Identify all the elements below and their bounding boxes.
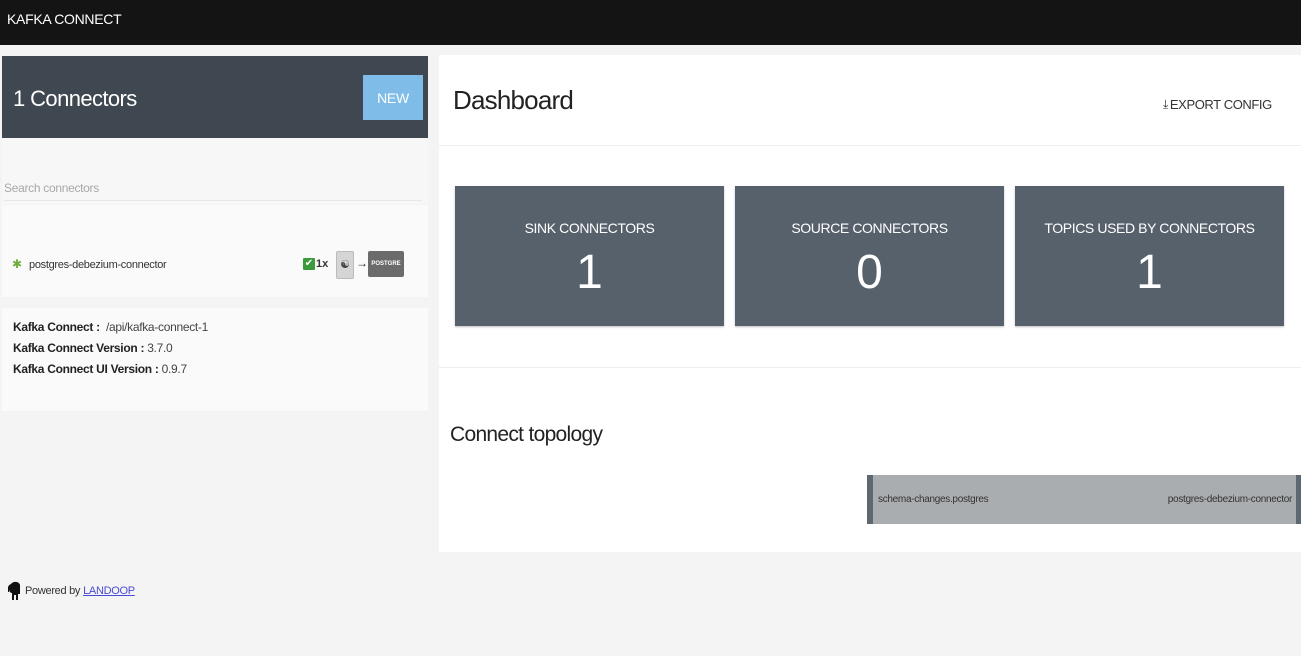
connector-name[interactable]: postgres-debezium-connector [29, 259, 167, 271]
card-label: TOPICS USED BY CONNECTORS [1044, 220, 1255, 236]
elephant-logo-icon [8, 581, 20, 600]
export-config-button[interactable]: ⤓ EXPORT CONFIG [1163, 97, 1272, 112]
arrow-right-icon: → [356, 256, 368, 270]
connect-info-panel: Kafka Connect : /api/kafka-connect-1 Kaf… [2, 308, 428, 411]
new-connector-button[interactable]: NEW [363, 75, 423, 120]
connectors-count: 1 Connectors [13, 86, 137, 111]
search-input[interactable] [4, 176, 422, 201]
card-label: SINK CONNECTORS [524, 220, 655, 236]
card-value: 1 [1136, 246, 1163, 299]
card-value: 0 [856, 246, 883, 299]
topology-connector[interactable]: postgres-debezium-connector [1168, 494, 1293, 505]
source-connectors-card: SOURCE CONNECTORS 0 [735, 186, 1004, 326]
ui-version-value: 0.9.7 [161, 362, 188, 376]
landoop-link[interactable]: LANDOOP [83, 585, 135, 597]
download-icon: ⤓ [1163, 97, 1168, 111]
version-row: Kafka Connect Version : 3.7.0 [13, 341, 173, 355]
dashboard-panel: Dashboard ⤓ EXPORT CONFIG SINK CONNECTOR… [439, 55, 1301, 552]
ui-version-label: Kafka Connect UI Version : [13, 362, 159, 376]
connector-list: ✱ postgres-debezium-connector ✔ 1x ☯ → P… [2, 205, 428, 297]
connectors-header: 1 Connectors NEW [2, 56, 428, 138]
version-value: 3.7.0 [147, 341, 173, 355]
page-title: Dashboard [453, 85, 574, 115]
debezium-icon: ☯ [336, 251, 354, 279]
version-label: Kafka Connect Version : [13, 341, 145, 355]
top-navbar: KAFKA CONNECT [0, 0, 1301, 45]
ui-version-row: Kafka Connect UI Version : 0.9.7 [13, 362, 187, 376]
topology-title: Connect topology [450, 423, 603, 446]
card-label: SOURCE CONNECTORS [791, 220, 948, 236]
connector-row[interactable]: ✱ postgres-debezium-connector ✔ 1x ☯ → P… [2, 249, 428, 281]
kafka-connect-row: Kafka Connect : /api/kafka-connect-1 [13, 320, 208, 334]
powered-by-text: Powered by [25, 585, 81, 597]
postgres-target-badge: POSTGRE [368, 251, 404, 277]
topics-card: TOPICS USED BY CONNECTORS 1 [1015, 186, 1284, 326]
sink-connectors-card: SINK CONNECTORS 1 [455, 186, 724, 326]
divider [439, 367, 1301, 368]
kafka-connect-label: Kafka Connect : [13, 320, 100, 334]
gear-icon: ✱ [12, 257, 23, 271]
app-title[interactable]: KAFKA CONNECT [7, 11, 122, 27]
search-panel [2, 138, 428, 204]
kafka-connect-value: /api/kafka-connect-1 [105, 320, 208, 334]
export-config-label: EXPORT CONFIG [1169, 97, 1272, 112]
footer: Powered by LANDOOP [8, 580, 135, 602]
divider [439, 145, 1301, 146]
check-icon: ✔ [303, 258, 315, 270]
topology-topic[interactable]: schema-changes.postgres [878, 494, 989, 505]
card-value: 1 [576, 246, 603, 299]
tasks-count: 1x [316, 258, 329, 270]
topology-link[interactable]: schema-changes.postgres postgres-debeziu… [867, 475, 1301, 524]
